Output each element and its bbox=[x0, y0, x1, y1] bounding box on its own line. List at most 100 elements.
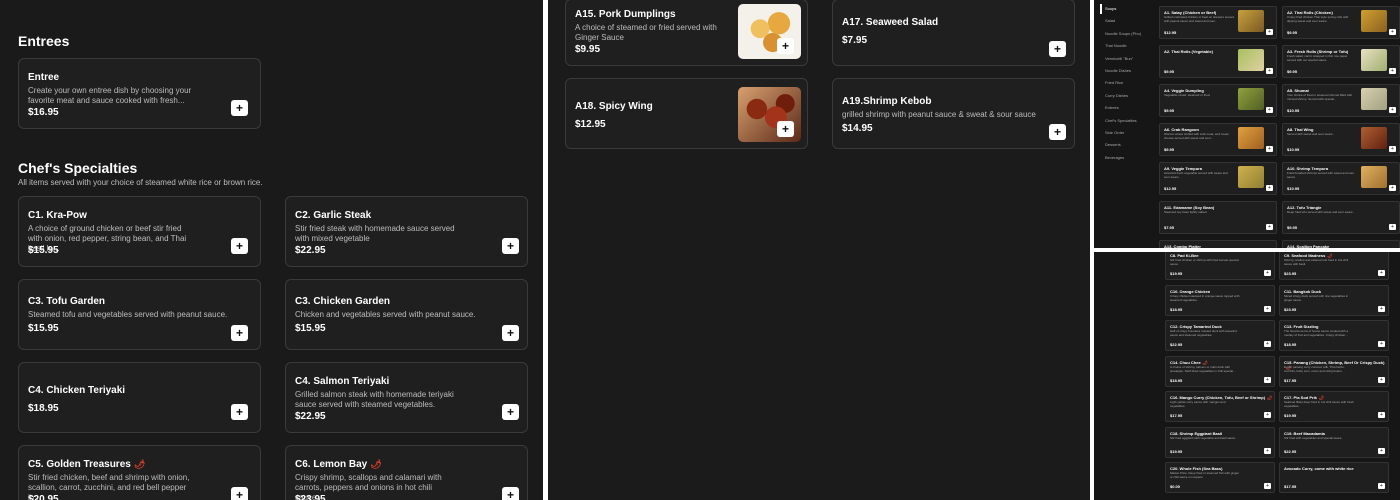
plus-icon[interactable]: + bbox=[502, 238, 519, 254]
nav-item[interactable]: Noodle Soups (Pho) bbox=[1105, 31, 1141, 36]
menu-card-a17[interactable]: A17. Seaweed Salad $7.95 + bbox=[832, 0, 1075, 66]
plus-icon[interactable]: + bbox=[1389, 146, 1396, 152]
mini-menu-card[interactable]: Avocado Curry, come with white rice $17.9… bbox=[1279, 462, 1389, 493]
menu-card-a15[interactable]: A15. Pork Dumplings A choice of steamed … bbox=[565, 0, 808, 66]
mini-menu-card[interactable]: C20. Whole Fish (Sea Bass) Market Price. … bbox=[1165, 462, 1275, 493]
menu-card-chef-item[interactable]: C3. Tofu Garden Steamed tofu and vegetabl… bbox=[18, 279, 261, 350]
plus-icon[interactable]: + bbox=[1264, 447, 1271, 454]
plus-icon[interactable]: + bbox=[231, 238, 248, 254]
mini-menu-card[interactable]: A2. Thai Rolls (Vegetable) $9.95 + bbox=[1159, 45, 1277, 78]
section-subtitle: All items served with your choice of ste… bbox=[18, 178, 263, 187]
item-price: $9.95 bbox=[1164, 147, 1175, 152]
plus-icon[interactable]: + bbox=[1266, 68, 1273, 74]
nav-item[interactable]: Noodle Dishes bbox=[1105, 68, 1131, 73]
plus-icon[interactable]: + bbox=[1378, 483, 1385, 489]
mini-menu-card[interactable]: A1. Satay (Chicken or Beef) Grilled marin… bbox=[1159, 6, 1277, 39]
plus-icon[interactable]: + bbox=[1049, 124, 1066, 140]
nav-item[interactable]: Side Order bbox=[1105, 130, 1124, 135]
mini-menu-card[interactable]: A13. Combo Platter+ bbox=[1159, 240, 1277, 248]
food-image bbox=[1361, 10, 1387, 32]
nav-item[interactable]: Desserts bbox=[1105, 142, 1121, 147]
mini-menu-card[interactable]: C14. Chuu Chee 🌶 A choice of shrimp, salmo… bbox=[1165, 355, 1275, 387]
menu-card-chef-item[interactable]: C1. Kra-Pow A choice of ground chicken or… bbox=[18, 196, 261, 267]
item-price: $9.95 bbox=[1287, 225, 1298, 230]
mini-menu-card[interactable]: C19. Beef Macadamia Stir fried with veget… bbox=[1279, 426, 1389, 458]
mini-menu-card[interactable]: C18. Shrimp Eggplant Basil Stir fried egg… bbox=[1165, 426, 1275, 458]
plus-icon[interactable]: + bbox=[1266, 107, 1273, 113]
item-price: $9.95 bbox=[1287, 30, 1298, 35]
mini-menu-card[interactable]: A8. Thai Wing Served with sweet and sour … bbox=[1282, 123, 1400, 156]
mini-menu-card[interactable]: C9. Seafood Madness 🌶 Shrimp, scallop and … bbox=[1279, 252, 1389, 280]
plus-icon[interactable]: + bbox=[1378, 341, 1385, 347]
plus-icon[interactable]: + bbox=[1389, 185, 1396, 191]
mini-menu-card[interactable]: A4. Veggie Dumpling Vegetable mixed, stea… bbox=[1159, 84, 1277, 117]
menu-card-chef-item[interactable]: C3. Chicken Garden Chicken and vegetables… bbox=[285, 279, 528, 350]
item-description: grilled shrimp with peanut sauce & sweat… bbox=[842, 110, 1036, 119]
plus-icon[interactable]: + bbox=[1378, 447, 1385, 454]
plus-icon[interactable]: + bbox=[1378, 270, 1385, 276]
plus-icon[interactable]: + bbox=[1264, 483, 1271, 489]
plus-icon[interactable]: + bbox=[231, 100, 248, 116]
plus-icon[interactable]: + bbox=[1389, 224, 1396, 230]
mini-menu-card[interactable]: C17. Pla Sod Prik 🌶 Seafood fillets deep f… bbox=[1279, 391, 1389, 422]
nav-item[interactable]: Entrees bbox=[1105, 105, 1119, 110]
menu-card-chef-item[interactable]: C2. Garlic Steak Stir fried steak with ho… bbox=[285, 196, 528, 267]
menu-card-a19[interactable]: A19.Shrimp Kebob grilled shrimp with pea… bbox=[832, 78, 1075, 149]
plus-icon[interactable]: + bbox=[1378, 376, 1385, 383]
plus-icon[interactable]: + bbox=[231, 487, 248, 500]
mini-menu-card[interactable]: C10. Orange Chicken Crispy chicken sautée… bbox=[1165, 284, 1275, 316]
mini-menu-card[interactable]: C13. Fruit Sizzling The favorite items of… bbox=[1279, 320, 1389, 351]
plus-icon[interactable]: + bbox=[777, 121, 794, 137]
plus-icon[interactable]: + bbox=[1264, 305, 1271, 312]
plus-icon[interactable]: + bbox=[777, 38, 794, 54]
plus-icon[interactable]: + bbox=[1389, 29, 1396, 35]
mini-menu-card[interactable]: A10. Shrimp Tempura Fried breaded shrimps… bbox=[1282, 162, 1400, 195]
plus-icon[interactable]: + bbox=[1266, 224, 1273, 230]
mini-menu-card[interactable]: C8. Pad Ki-Bee Stir fried chicken or shri… bbox=[1165, 252, 1275, 280]
mini-menu-card[interactable]: A6. Crab Rangoon Wonton wraps stuffed wit… bbox=[1159, 123, 1277, 156]
plus-icon[interactable]: + bbox=[502, 325, 519, 341]
nav-item[interactable]: Fried Rice bbox=[1105, 80, 1123, 85]
plus-icon[interactable]: + bbox=[1264, 270, 1271, 276]
mini-menu-card[interactable]: A2. Thai Rolls (Chicken) Crispy fried chi… bbox=[1282, 6, 1400, 39]
mini-menu-card[interactable]: A9. Veggie Tempura Assorted fresh vegetab… bbox=[1159, 162, 1277, 195]
plus-icon[interactable]: + bbox=[1266, 146, 1273, 152]
nav-item[interactable]: Vermicelli "Bun" bbox=[1105, 56, 1133, 61]
mini-menu-card[interactable]: A14. Scallion Pancake+ bbox=[1282, 240, 1400, 248]
plus-icon[interactable]: + bbox=[1389, 68, 1396, 74]
mini-menu-card[interactable]: A11. Edamame (Soy Bean) Steamed soy bean … bbox=[1159, 201, 1277, 234]
plus-icon[interactable]: + bbox=[1378, 412, 1385, 418]
menu-card-chef-item[interactable]: C5. Golden Treasures 🌶 Stir fried chicken,… bbox=[18, 445, 261, 500]
menu-card-chef-item[interactable]: C4. Salmon Teriyaki Grilled salmon steak … bbox=[285, 362, 528, 433]
mini-menu-card[interactable]: C12. Crispy Tamarind Duck Half of crispy … bbox=[1165, 320, 1275, 351]
nav-item[interactable]: Beverages bbox=[1105, 155, 1124, 160]
mini-menu-card[interactable]: C16. Mango Curry (Chicken, Tofu, Beef or… bbox=[1165, 391, 1275, 422]
mini-menu-card[interactable]: C11. Bangkok Duck Sliced crispy duck serv… bbox=[1279, 284, 1389, 316]
plus-icon[interactable]: + bbox=[231, 325, 248, 341]
plus-icon[interactable]: + bbox=[1266, 29, 1273, 35]
mini-menu-card[interactable]: C15. Panang (Chicken, Shrimp, Beef Or Cr… bbox=[1279, 355, 1389, 387]
plus-icon[interactable]: + bbox=[1378, 305, 1385, 312]
menu-card-a18[interactable]: A18. Spicy Wing $12.95 + bbox=[565, 78, 808, 149]
nav-item[interactable]: Chef's Specialties bbox=[1105, 118, 1137, 123]
mini-menu-card[interactable]: A3. Fresh Rolls (Shrimp or Tofu) Fresh sa… bbox=[1282, 45, 1400, 78]
plus-icon[interactable]: + bbox=[231, 404, 248, 420]
nav-item[interactable]: Curry Dishes bbox=[1105, 93, 1128, 98]
plus-icon[interactable]: + bbox=[1264, 376, 1271, 383]
plus-icon[interactable]: + bbox=[502, 487, 519, 500]
plus-icon[interactable]: + bbox=[1049, 41, 1066, 57]
menu-card-chef-item[interactable]: C4. Chicken Teriyaki $18.95 + bbox=[18, 362, 261, 433]
nav-item[interactable]: Salad bbox=[1105, 18, 1115, 23]
plus-icon[interactable]: + bbox=[1264, 412, 1271, 418]
menu-card-chef-item[interactable]: C6. Lemon Bay 🌶 Crispy shrimp, scallops an… bbox=[285, 445, 528, 500]
plus-icon[interactable]: + bbox=[1389, 107, 1396, 113]
menu-card-entree[interactable]: Entree Create your own entree dish by ch… bbox=[18, 58, 261, 129]
mini-menu-card[interactable]: A12. Tofu Triangle Deep fried tofu served… bbox=[1282, 201, 1400, 234]
nav-item[interactable]: Soups bbox=[1105, 6, 1116, 11]
nav-item[interactable]: Thai Noodle bbox=[1105, 43, 1127, 48]
plus-icon[interactable]: + bbox=[502, 404, 519, 420]
mini-menu-card[interactable]: A5. Shumai Your choice of fried or steame… bbox=[1282, 84, 1400, 117]
item-description: A choice of steamed or fried served with… bbox=[575, 23, 717, 42]
plus-icon[interactable]: + bbox=[1264, 341, 1271, 347]
plus-icon[interactable]: + bbox=[1266, 185, 1273, 191]
